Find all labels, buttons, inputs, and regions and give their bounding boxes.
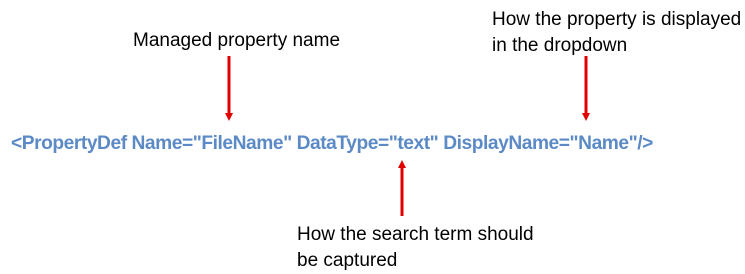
annotation-arrows xyxy=(225,56,590,216)
